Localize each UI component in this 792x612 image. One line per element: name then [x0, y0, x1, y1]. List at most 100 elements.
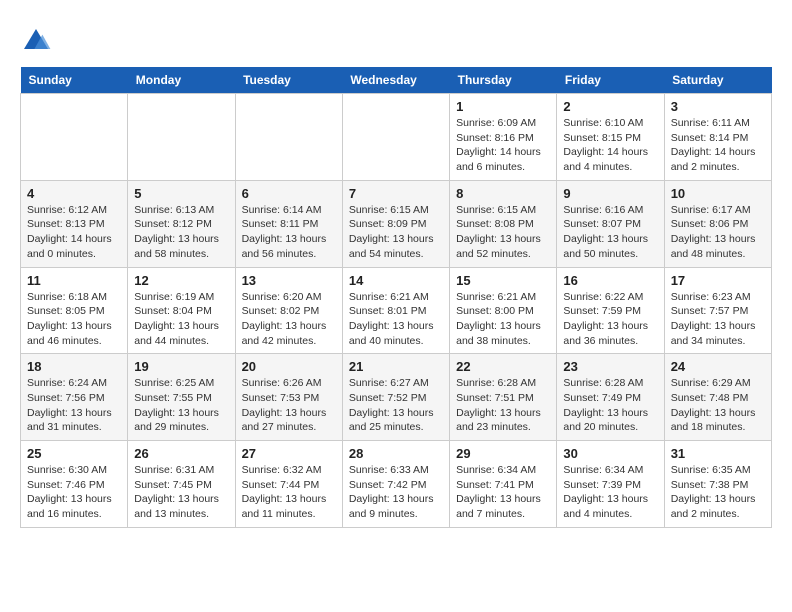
day-info: Sunrise: 6:13 AMSunset: 8:12 PMDaylight:…: [134, 203, 228, 262]
day-number: 7: [349, 186, 443, 201]
day-info: Sunrise: 6:19 AMSunset: 8:04 PMDaylight:…: [134, 290, 228, 349]
calendar-cell: [342, 94, 449, 181]
day-number: 26: [134, 446, 228, 461]
calendar-cell: 28Sunrise: 6:33 AMSunset: 7:42 PMDayligh…: [342, 441, 449, 528]
day-info: Sunrise: 6:09 AMSunset: 8:16 PMDaylight:…: [456, 116, 550, 175]
calendar-cell: 8 Sunrise: 6:15 AMSunset: 8:08 PMDaylight…: [450, 180, 557, 267]
day-info: Sunrise: 6:28 AMSunset: 7:51 PMDaylight:…: [456, 376, 550, 435]
calendar-cell: [128, 94, 235, 181]
day-info: Sunrise: 6:15 AMSunset: 8:09 PMDaylight:…: [349, 203, 443, 262]
day-info: Sunrise: 6:20 AMSunset: 8:02 PMDaylight:…: [242, 290, 336, 349]
calendar-cell: 5 Sunrise: 6:13 AMSunset: 8:12 PMDaylight…: [128, 180, 235, 267]
day-number: 5: [134, 186, 228, 201]
calendar-cell: 17Sunrise: 6:23 AMSunset: 7:57 PMDayligh…: [664, 267, 771, 354]
days-of-week-row: SundayMondayTuesdayWednesdayThursdayFrid…: [21, 67, 772, 94]
day-info: Sunrise: 6:16 AMSunset: 8:07 PMDaylight:…: [563, 203, 657, 262]
day-number: 27: [242, 446, 336, 461]
calendar-cell: 16 Sunrise: 6:22 AMSunset: 7:59 PMDayligh…: [557, 267, 664, 354]
day-info: Sunrise: 6:18 AMSunset: 8:05 PMDaylight:…: [27, 290, 121, 349]
day-number: 21: [349, 359, 443, 374]
day-info: Sunrise: 6:15 AMSunset: 8:08 PMDaylight:…: [456, 203, 550, 262]
calendar-cell: 7 Sunrise: 6:15 AMSunset: 8:09 PMDaylight…: [342, 180, 449, 267]
day-info: Sunrise: 6:21 AMSunset: 8:00 PMDaylight:…: [456, 290, 550, 349]
day-number: 22: [456, 359, 550, 374]
day-number: 8: [456, 186, 550, 201]
day-number: 12: [134, 273, 228, 288]
calendar-cell: 20 Sunrise: 6:26 AMSunset: 7:53 PMDayligh…: [235, 354, 342, 441]
day-info: Sunrise: 6:22 AMSunset: 7:59 PMDaylight:…: [563, 290, 657, 349]
calendar-cell: 10Sunrise: 6:17 AMSunset: 8:06 PMDayligh…: [664, 180, 771, 267]
day-of-week-header: Tuesday: [235, 67, 342, 94]
calendar-week-row: 11 Sunrise: 6:18 AMSunset: 8:05 PMDayligh…: [21, 267, 772, 354]
day-info: Sunrise: 6:31 AMSunset: 7:45 PMDaylight:…: [134, 463, 228, 522]
day-number: 10: [671, 186, 765, 201]
calendar-header: SundayMondayTuesdayWednesdayThursdayFrid…: [21, 67, 772, 94]
calendar-cell: 31 Sunrise: 6:35 AMSunset: 7:38 PMDayligh…: [664, 441, 771, 528]
day-info: Sunrise: 6:24 AMSunset: 7:56 PMDaylight:…: [27, 376, 121, 435]
day-number: 16: [563, 273, 657, 288]
calendar-cell: 24 Sunrise: 6:29 AMSunset: 7:48 PMDayligh…: [664, 354, 771, 441]
day-info: Sunrise: 6:14 AMSunset: 8:11 PMDaylight:…: [242, 203, 336, 262]
calendar-week-row: 25Sunrise: 6:30 AMSunset: 7:46 PMDayligh…: [21, 441, 772, 528]
logo: [20, 25, 56, 57]
day-of-week-header: Saturday: [664, 67, 771, 94]
calendar-cell: 6 Sunrise: 6:14 AMSunset: 8:11 PMDaylight…: [235, 180, 342, 267]
day-number: 2: [563, 99, 657, 114]
calendar-cell: 19 Sunrise: 6:25 AMSunset: 7:55 PMDayligh…: [128, 354, 235, 441]
day-number: 19: [134, 359, 228, 374]
day-info: Sunrise: 6:32 AMSunset: 7:44 PMDaylight:…: [242, 463, 336, 522]
day-number: 24: [671, 359, 765, 374]
day-number: 11: [27, 273, 121, 288]
day-number: 29: [456, 446, 550, 461]
day-number: 17: [671, 273, 765, 288]
day-number: 18: [27, 359, 121, 374]
day-of-week-header: Wednesday: [342, 67, 449, 94]
day-number: 14: [349, 273, 443, 288]
calendar-week-row: 18 Sunrise: 6:24 AMSunset: 7:56 PMDayligh…: [21, 354, 772, 441]
day-info: Sunrise: 6:10 AMSunset: 8:15 PMDaylight:…: [563, 116, 657, 175]
calendar-cell: 14 Sunrise: 6:21 AMSunset: 8:01 PMDayligh…: [342, 267, 449, 354]
day-number: 20: [242, 359, 336, 374]
calendar-cell: 2 Sunrise: 6:10 AMSunset: 8:15 PMDaylight…: [557, 94, 664, 181]
calendar-cell: [21, 94, 128, 181]
day-number: 9: [563, 186, 657, 201]
calendar-cell: 26 Sunrise: 6:31 AMSunset: 7:45 PMDayligh…: [128, 441, 235, 528]
day-info: Sunrise: 6:34 AMSunset: 7:41 PMDaylight:…: [456, 463, 550, 522]
day-info: Sunrise: 6:30 AMSunset: 7:46 PMDaylight:…: [27, 463, 121, 522]
day-info: Sunrise: 6:21 AMSunset: 8:01 PMDaylight:…: [349, 290, 443, 349]
day-info: Sunrise: 6:28 AMSunset: 7:49 PMDaylight:…: [563, 376, 657, 435]
calendar-cell: 12 Sunrise: 6:19 AMSunset: 8:04 PMDayligh…: [128, 267, 235, 354]
calendar-cell: 15 Sunrise: 6:21 AMSunset: 8:00 PMDayligh…: [450, 267, 557, 354]
page-header: [20, 20, 772, 57]
calendar-week-row: 4Sunrise: 6:12 AMSunset: 8:13 PMDaylight…: [21, 180, 772, 267]
day-number: 23: [563, 359, 657, 374]
calendar-cell: 9 Sunrise: 6:16 AMSunset: 8:07 PMDaylight…: [557, 180, 664, 267]
calendar-cell: 13 Sunrise: 6:20 AMSunset: 8:02 PMDayligh…: [235, 267, 342, 354]
day-info: Sunrise: 6:29 AMSunset: 7:48 PMDaylight:…: [671, 376, 765, 435]
day-number: 1: [456, 99, 550, 114]
calendar-cell: 4Sunrise: 6:12 AMSunset: 8:13 PMDaylight…: [21, 180, 128, 267]
day-number: 15: [456, 273, 550, 288]
calendar-cell: 3 Sunrise: 6:11 AMSunset: 8:14 PMDaylight…: [664, 94, 771, 181]
day-number: 31: [671, 446, 765, 461]
calendar-cell: 30Sunrise: 6:34 AMSunset: 7:39 PMDayligh…: [557, 441, 664, 528]
calendar-cell: 29 Sunrise: 6:34 AMSunset: 7:41 PMDayligh…: [450, 441, 557, 528]
day-of-week-header: Sunday: [21, 67, 128, 94]
day-of-week-header: Monday: [128, 67, 235, 94]
day-number: 13: [242, 273, 336, 288]
calendar-cell: 21 Sunrise: 6:27 AMSunset: 7:52 PMDayligh…: [342, 354, 449, 441]
day-info: Sunrise: 6:26 AMSunset: 7:53 PMDaylight:…: [242, 376, 336, 435]
day-number: 6: [242, 186, 336, 201]
day-info: Sunrise: 6:25 AMSunset: 7:55 PMDaylight:…: [134, 376, 228, 435]
calendar-week-row: 1 Sunrise: 6:09 AMSunset: 8:16 PMDaylight…: [21, 94, 772, 181]
day-of-week-header: Thursday: [450, 67, 557, 94]
day-of-week-header: Friday: [557, 67, 664, 94]
day-info: Sunrise: 6:11 AMSunset: 8:14 PMDaylight:…: [671, 116, 765, 175]
calendar-cell: [235, 94, 342, 181]
day-info: Sunrise: 6:35 AMSunset: 7:38 PMDaylight:…: [671, 463, 765, 522]
calendar-cell: 18 Sunrise: 6:24 AMSunset: 7:56 PMDayligh…: [21, 354, 128, 441]
day-info: Sunrise: 6:27 AMSunset: 7:52 PMDaylight:…: [349, 376, 443, 435]
calendar-cell: 25Sunrise: 6:30 AMSunset: 7:46 PMDayligh…: [21, 441, 128, 528]
day-number: 3: [671, 99, 765, 114]
calendar-cell: 22 Sunrise: 6:28 AMSunset: 7:51 PMDayligh…: [450, 354, 557, 441]
